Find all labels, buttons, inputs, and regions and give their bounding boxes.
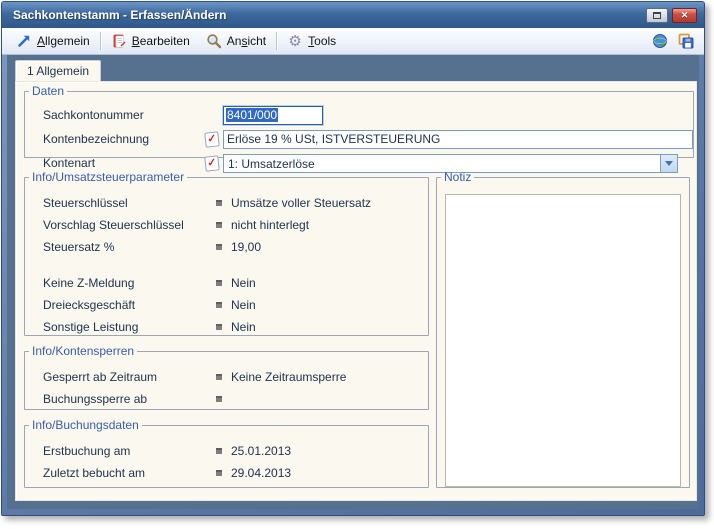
- bullet-icon: [216, 280, 222, 286]
- sachkontonummer-label: Sachkontonummer: [43, 108, 144, 122]
- toolbar-separator: [276, 32, 278, 50]
- group-buchungsdaten: Info/Buchungsdaten Erstbuchung am 25.01.…: [24, 418, 429, 488]
- menu-tools-label: Tools: [308, 34, 337, 48]
- close-icon: ✕: [680, 9, 689, 20]
- field-label: Buchungssperre ab: [43, 392, 148, 406]
- group-daten-legend: Daten: [32, 84, 65, 98]
- bullet-icon: [216, 374, 222, 380]
- menu-allgemein-label: Allgemein: [37, 34, 90, 48]
- bullet-icon: [216, 448, 222, 454]
- row-zuletzt-bebucht-am: Zuletzt bebucht am 29.04.2013: [25, 462, 428, 484]
- field-label: Steuersatz %: [43, 240, 115, 254]
- globe-icon[interactable]: [652, 33, 668, 49]
- sachkontonummer-value: 8401/000: [226, 108, 279, 122]
- bullet-icon: [216, 200, 222, 206]
- bullet-icon: [216, 222, 222, 228]
- field-label: Keine Z-Meldung: [43, 276, 135, 290]
- row-sonstige-leistung: Sonstige Leistung Nein: [25, 316, 428, 338]
- field-label: Zuletzt bebucht am: [43, 466, 146, 480]
- gears-icon: ⚙: [288, 32, 302, 50]
- menu-allgemein[interactable]: Allgemein: [8, 31, 98, 51]
- field-value: 19,00: [231, 240, 262, 254]
- tab-allgemein[interactable]: 1 Allgemein: [15, 60, 102, 81]
- group-buchungsdaten-legend: Info/Buchungsdaten: [32, 418, 139, 432]
- group-daten: Daten Sachkontonummer 8401/000 Kontenbez…: [24, 84, 694, 173]
- field-value: Nein: [231, 298, 256, 312]
- menu-tools[interactable]: ⚙ Tools: [279, 31, 344, 51]
- group-notiz: Notiz: [436, 170, 690, 488]
- notebook-icon: [111, 33, 127, 49]
- kontenart-check-icon[interactable]: ✓: [204, 154, 220, 172]
- row-gesperrt-ab-zeitraum: Gesperrt ab Zeitraum Keine Zeitraumsperr…: [25, 366, 428, 388]
- menu-ansicht-label: Ansicht: [226, 34, 267, 48]
- group-notiz-legend: Notiz: [444, 170, 472, 184]
- group-umsatzsteuerparameter-legend: Info/Umsatzsteuerparameter: [32, 170, 185, 184]
- titlebar: Sachkontenstamm - Erfassen/Ändern ✕: [2, 2, 704, 28]
- field-value: Keine Zeitraumsperre: [231, 370, 347, 384]
- field-label: Sonstige Leistung: [43, 320, 139, 334]
- field-value: Nein: [231, 320, 256, 334]
- bullet-icon: [216, 302, 222, 308]
- field-label: Steuerschlüssel: [43, 196, 128, 210]
- toolbar: Allgemein Bearbeiten Ansicht ⚙ Tools: [2, 28, 704, 55]
- app-window: Sachkontenstamm - Erfassen/Ändern ✕ Allg…: [1, 1, 705, 516]
- bullet-icon: [216, 244, 222, 250]
- restore-icon: [653, 11, 661, 19]
- row-buchungssperre-ab: Buchungssperre ab: [25, 388, 428, 410]
- chevron-down-icon: [665, 160, 673, 166]
- row-dreiecksgeschaeft: Dreiecksgeschäft Nein: [25, 294, 428, 316]
- field-label: Gesperrt ab Zeitraum: [43, 370, 158, 384]
- kontenart-selected-value: 1: Umsatzerlöse: [228, 156, 315, 171]
- kontenbezeichnung-check-icon[interactable]: ✓: [204, 130, 220, 148]
- row-steuerschluessel: Steuerschlüssel Umsätze voller Steuersat…: [25, 192, 428, 214]
- row-erstbuchung-am: Erstbuchung am 25.01.2013: [25, 440, 428, 462]
- row-keine-z-meldung: Keine Z-Meldung Nein: [25, 272, 428, 294]
- window-title: Sachkontenstamm - Erfassen/Ändern: [13, 8, 227, 22]
- arrow-up-right-icon: [16, 33, 32, 49]
- notiz-textarea[interactable]: [445, 194, 681, 487]
- bullet-icon: [216, 470, 222, 476]
- field-value: 25.01.2013: [231, 444, 292, 458]
- row-steuersatz: Steuersatz % 19,00: [25, 236, 428, 258]
- field-value: nicht hinterlegt: [231, 218, 310, 232]
- field-label: Dreiecksgeschäft: [43, 298, 136, 312]
- sachkontonummer-input[interactable]: 8401/000: [223, 105, 323, 125]
- toolbar-separator: [99, 32, 101, 50]
- row-kontenbezeichnung: Kontenbezeichnung ✓: [25, 128, 693, 150]
- menu-ansicht[interactable]: Ansicht: [198, 31, 274, 51]
- menu-bearbeiten[interactable]: Bearbeiten: [103, 31, 198, 51]
- kontenart-label: Kontenart: [43, 156, 96, 170]
- kontenbezeichnung-input[interactable]: [223, 129, 693, 149]
- group-kontensperren-legend: Info/Kontensperren: [32, 344, 135, 358]
- field-value: Nein: [231, 276, 256, 290]
- save-icon[interactable]: [678, 33, 694, 49]
- field-label: Erstbuchung am: [43, 444, 131, 458]
- group-kontensperren: Info/Kontensperren Gesperrt ab Zeitraum …: [24, 344, 429, 410]
- row-vorschlag-steuerschluessel: Vorschlag Steuerschlüssel nicht hinterle…: [25, 214, 428, 236]
- group-umsatzsteuerparameter: Info/Umsatzsteuerparameter Steuerschlüss…: [24, 170, 429, 336]
- tab-page: Daten Sachkontonummer 8401/000 Kontenbez…: [15, 81, 697, 501]
- close-button[interactable]: ✕: [672, 7, 697, 23]
- kontenart-dropdown-button[interactable]: [660, 154, 677, 172]
- menu-bearbeiten-label: Bearbeiten: [131, 34, 190, 48]
- field-label: Vorschlag Steuerschlüssel: [43, 218, 184, 232]
- bullet-icon: [216, 396, 222, 402]
- field-value: Umsätze voller Steuersatz: [231, 196, 372, 210]
- restore-button[interactable]: [646, 7, 668, 23]
- magnifier-icon: [206, 33, 222, 49]
- row-sachkontonummer: Sachkontonummer 8401/000: [25, 104, 693, 126]
- client-area: 1 Allgemein Daten Sachkontonummer 8401/0…: [7, 55, 699, 509]
- field-value: 29.04.2013: [231, 466, 292, 480]
- bullet-icon: [216, 324, 222, 330]
- kontenbezeichnung-label: Kontenbezeichnung: [43, 132, 150, 146]
